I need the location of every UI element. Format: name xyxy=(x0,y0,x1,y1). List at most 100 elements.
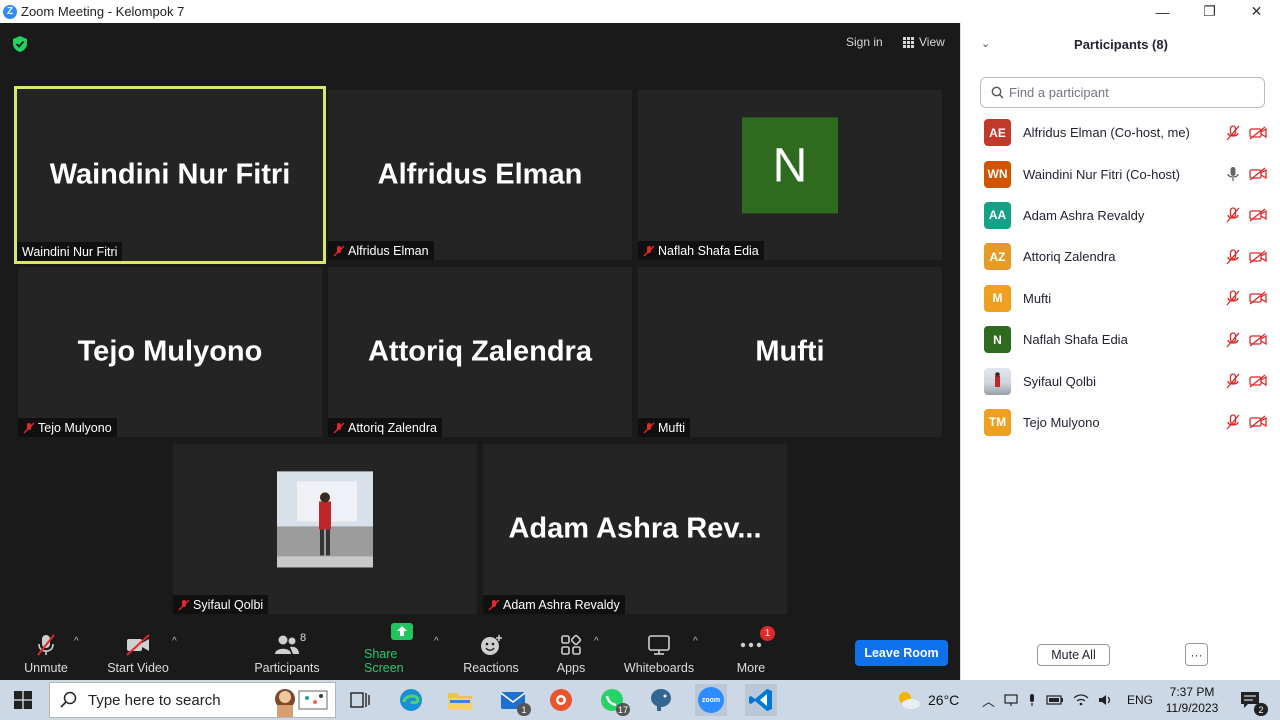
search-input[interactable] xyxy=(1009,85,1249,100)
list-item[interactable]: N Naflah Shafa Edia xyxy=(961,319,1280,360)
more-options-button[interactable]: ··· xyxy=(1185,643,1208,666)
chevron-up-icon[interactable]: ︿ xyxy=(982,691,995,710)
list-item[interactable]: WN Waindini Nur Fitri (Co-host) xyxy=(961,153,1280,194)
list-item[interactable]: AE Alfridus Elman (Co-host, me) xyxy=(961,112,1280,153)
language-indicator[interactable]: ENG xyxy=(1127,693,1153,707)
share-options-caret[interactable]: ^ xyxy=(434,636,439,647)
taskbar-vscode[interactable] xyxy=(745,684,777,716)
taskbar-search[interactable]: Type here to search xyxy=(49,682,336,718)
window-title: Zoom Meeting - Kelompok 7 xyxy=(21,4,185,19)
participant-name: Syifaul Qolbi xyxy=(1023,373,1096,389)
muted-mic-icon xyxy=(1226,207,1240,223)
video-tile[interactable]: Tejo Mulyono Tejo Mulyono xyxy=(18,267,322,437)
more-button[interactable]: 1 More xyxy=(733,626,775,680)
share-screen-icon xyxy=(390,623,413,640)
participants-button[interactable]: 8 Participants xyxy=(252,626,322,680)
tile-display-name: Attoriq Zalendra xyxy=(368,335,592,368)
windows-start-icon[interactable] xyxy=(14,691,32,709)
taskbar-file-explorer[interactable] xyxy=(444,684,476,716)
muted-mic-icon xyxy=(23,422,35,433)
participant-name: Attoriq Zalendra xyxy=(1023,249,1116,265)
taskbar-zoom[interactable]: zoom xyxy=(695,684,727,716)
view-label: View xyxy=(919,35,945,49)
clock-time: 7:37 PM xyxy=(1169,685,1215,699)
list-item[interactable]: Syifaul Qolbi xyxy=(961,360,1280,401)
sign-in-link[interactable]: Sign in xyxy=(846,35,883,49)
mute-all-button[interactable]: Mute All xyxy=(1037,644,1110,666)
list-item[interactable]: AZ Attoriq Zalendra xyxy=(961,236,1280,277)
avatar: N xyxy=(742,117,838,214)
taskbar-mail[interactable]: 1 xyxy=(497,684,531,716)
video-tile[interactable]: Attoriq Zalendra Attoriq Zalendra xyxy=(328,267,632,437)
avatar: AZ xyxy=(984,243,1011,271)
taskbar-edge[interactable] xyxy=(395,684,427,716)
leave-room-button[interactable]: Leave Room xyxy=(855,640,948,666)
audio-options-caret[interactable]: ^ xyxy=(74,636,79,647)
list-item[interactable]: M Mufti xyxy=(961,278,1280,319)
reactions-button[interactable]: Reactions xyxy=(462,626,520,680)
task-view-button[interactable] xyxy=(344,684,376,716)
taskbar-clock[interactable]: 7:37 PM 11/9/2023 xyxy=(1160,684,1224,716)
reactions-label: Reactions xyxy=(463,661,519,675)
participant-search[interactable] xyxy=(980,77,1265,108)
windows-taskbar: Type here to search 1 17 zoom 26°C ︿ ENG… xyxy=(0,680,1280,720)
weather-icon[interactable] xyxy=(896,689,922,711)
muted-mic-icon xyxy=(1226,373,1240,389)
mic-icon[interactable] xyxy=(1027,693,1037,707)
taskbar-whatsapp[interactable]: 17 xyxy=(596,684,630,716)
list-item[interactable]: TM Tejo Mulyono xyxy=(961,402,1280,443)
restore-button[interactable]: ❐ xyxy=(1186,0,1233,23)
muted-mic-icon xyxy=(333,245,345,256)
participants-icon xyxy=(275,635,299,654)
avatar: N xyxy=(984,326,1011,354)
video-tile[interactable]: N Naflah Shafa Edia xyxy=(638,90,942,260)
tile-name-text: Waindini Nur Fitri xyxy=(22,244,118,259)
avatar: AE xyxy=(984,119,1011,147)
tile-name-text: Alfridus Elman xyxy=(348,243,429,258)
unmute-button[interactable]: Unmute xyxy=(20,626,72,680)
video-tile[interactable]: Alfridus Elman Alfridus Elman xyxy=(328,90,632,260)
taskbar-postgres[interactable] xyxy=(645,684,677,716)
vscode-icon xyxy=(749,689,772,711)
task-view-icon xyxy=(350,692,370,708)
battery-icon[interactable] xyxy=(1046,694,1064,706)
shield-icon[interactable] xyxy=(11,35,29,53)
video-off-icon xyxy=(1249,374,1267,388)
video-options-caret[interactable]: ^ xyxy=(172,636,177,647)
close-button[interactable]: ✕ xyxy=(1233,0,1280,23)
video-tile[interactable]: Waindini Nur Fitri Waindini Nur Fitri xyxy=(14,86,326,264)
start-video-button[interactable]: Start Video xyxy=(105,626,171,680)
video-tile[interactable]: Mufti Mufti xyxy=(638,267,942,437)
participants-label: Participants xyxy=(254,661,320,675)
view-button[interactable]: View xyxy=(903,35,945,49)
apps-label: Apps xyxy=(556,661,586,675)
apps-options-caret[interactable]: ^ xyxy=(594,636,599,647)
participant-name: Mufti xyxy=(1023,290,1052,306)
apps-button[interactable]: Apps xyxy=(551,626,591,680)
whiteboards-button[interactable]: Whiteboards xyxy=(622,626,696,680)
tray-icons: ︿ ENG xyxy=(982,680,1153,720)
whiteboards-options-caret[interactable]: ^ xyxy=(693,636,698,647)
zoom-icon-label: zoom xyxy=(701,696,721,704)
share-screen-button[interactable]: Share Screen xyxy=(364,623,439,680)
mic-icon xyxy=(1227,167,1239,182)
wifi-icon[interactable] xyxy=(1073,693,1089,707)
minimize-button[interactable]: — xyxy=(1139,0,1186,23)
share-screen-label: Share Screen xyxy=(364,647,404,675)
participant-name: Adam Ashra Revaldy xyxy=(1023,207,1145,223)
video-tile[interactable]: Adam Ashra Rev... Adam Ashra Revaldy xyxy=(483,444,787,614)
whiteboard-icon xyxy=(648,635,670,655)
monitor-icon[interactable] xyxy=(1004,693,1018,707)
muted-mic-icon xyxy=(488,599,500,610)
grid-icon xyxy=(903,36,914,48)
participants-panel: ⌄ Participants (8) AE Alfridus Elman (Co… xyxy=(960,23,1280,680)
taskbar-app[interactable] xyxy=(545,684,577,716)
speaker-icon[interactable] xyxy=(1098,693,1114,707)
taskbar-search-placeholder: Type here to search xyxy=(88,691,221,709)
weather-temperature[interactable]: 26°C xyxy=(928,692,959,708)
tile-name-text: Tejo Mulyono xyxy=(38,420,112,435)
video-tile[interactable]: Syifaul Qolbi xyxy=(173,444,477,614)
video-off-icon xyxy=(1249,333,1267,347)
notifications-button[interactable]: 2 xyxy=(1234,684,1268,716)
list-item[interactable]: AA Adam Ashra Revaldy xyxy=(961,195,1280,236)
